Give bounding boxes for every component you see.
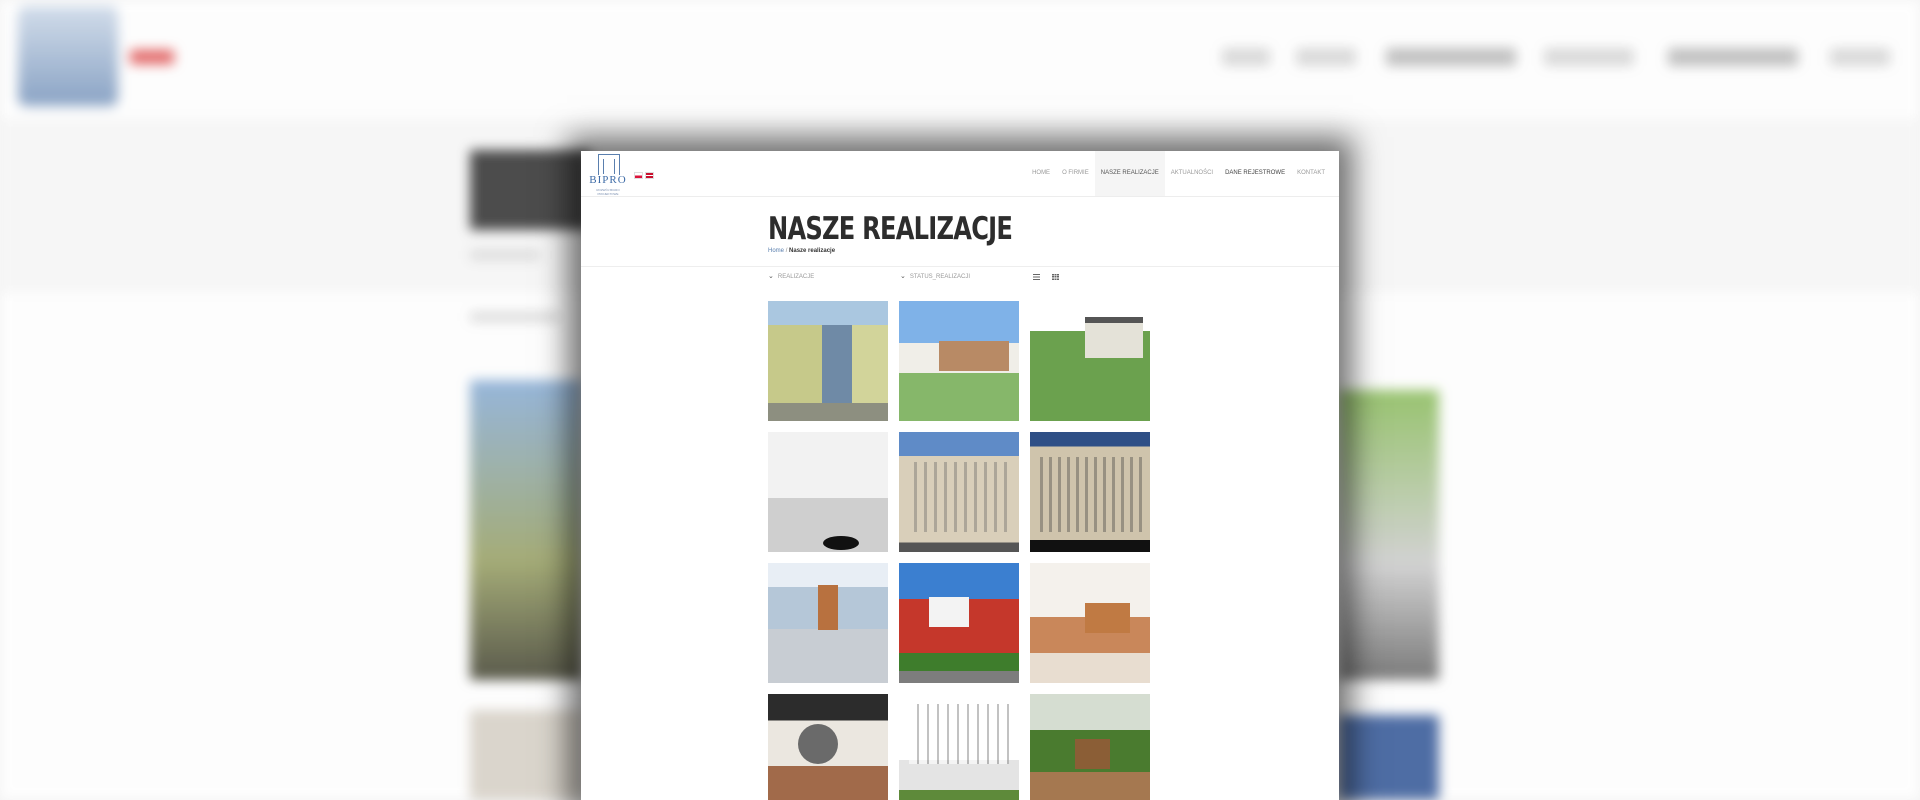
gallery-item[interactable] — [768, 301, 888, 421]
gallery-item[interactable] — [768, 432, 888, 552]
site-logo[interactable]: BIPRO ROZWÓJ BIURO PROJEKTOWE — [588, 154, 628, 196]
nav-o-firmie[interactable]: O FIRMIE — [1056, 151, 1095, 196]
site-header: BIPRO ROZWÓJ BIURO PROJEKTOWE HOME O FIR… — [581, 151, 1339, 197]
gallery-item[interactable] — [768, 563, 888, 683]
background-title — [470, 150, 590, 230]
page-title: NASZE REALIZACJE — [768, 211, 1013, 247]
filter-realizacje-label: REALIZACJE — [777, 274, 815, 280]
gallery-item[interactable] — [1030, 432, 1150, 552]
polish-flag-icon[interactable] — [634, 172, 643, 179]
background-nav — [1296, 48, 1356, 66]
background-nav — [1830, 48, 1890, 66]
background-flag — [130, 50, 174, 64]
list-view-icon[interactable] — [1033, 274, 1040, 280]
nav-aktualnosci[interactable]: AKTUALNOŚCI — [1165, 151, 1219, 196]
background-breadcrumb — [470, 250, 540, 260]
background-image — [470, 380, 582, 680]
background-nav — [1222, 48, 1270, 66]
breadcrumb-current: Nasze realizacje — [789, 248, 836, 254]
gallery-item[interactable] — [1030, 301, 1150, 421]
logo-wordmark: BIPRO — [589, 174, 627, 186]
language-switcher — [634, 172, 656, 190]
chevron-down-icon: ⌄ — [768, 273, 774, 280]
building-logo-icon — [603, 159, 615, 174]
filter-status-label: STATUS_REALIZACJI — [909, 274, 970, 280]
title-divider — [581, 266, 1339, 267]
gallery-item[interactable] — [1030, 563, 1150, 683]
background-nav — [1544, 48, 1634, 66]
filter-status[interactable]: ⌄ STATUS_REALIZACJI — [900, 272, 970, 280]
gallery-item[interactable] — [899, 563, 1019, 683]
gallery-item[interactable] — [899, 694, 1019, 800]
gallery-item[interactable] — [1030, 694, 1150, 800]
page-screenshot: BIPRO ROZWÓJ BIURO PROJEKTOWE HOME O FIR… — [581, 151, 1339, 800]
chevron-down-icon: ⌄ — [900, 273, 906, 280]
breadcrumb-separator: / — [785, 248, 788, 254]
breadcrumb: Home / Nasze realizacje — [768, 248, 835, 254]
background-filter — [470, 312, 560, 322]
filter-realizacje[interactable]: ⌄ REALIZACJE — [768, 272, 814, 280]
nav-home[interactable]: HOME — [1026, 151, 1056, 196]
background-logo — [18, 6, 118, 106]
english-flag-icon[interactable] — [645, 172, 654, 179]
background-nav — [1668, 48, 1798, 66]
background-nav — [1386, 48, 1516, 66]
main-nav: HOME O FIRMIE NASZE REALIZACJE AKTUALNOŚ… — [1026, 151, 1331, 196]
grid-view-icon[interactable] — [1052, 274, 1059, 280]
logo-subtext: ROZWÓJ BIURO PROJEKTOWE — [596, 188, 620, 196]
breadcrumb-home[interactable]: Home — [768, 248, 784, 254]
nav-dane-rejestrowe[interactable]: DANE REJESTROWE — [1219, 151, 1291, 196]
gallery-item[interactable] — [899, 432, 1019, 552]
background-image — [1339, 390, 1439, 680]
background-image — [470, 710, 582, 800]
background-image — [1339, 715, 1439, 800]
nav-nasze-realizacje[interactable]: NASZE REALIZACJE — [1094, 151, 1165, 196]
nav-kontakt[interactable]: KONTAKT — [1291, 151, 1331, 196]
gallery-item[interactable] — [899, 301, 1019, 421]
gallery-item[interactable] — [768, 694, 888, 800]
